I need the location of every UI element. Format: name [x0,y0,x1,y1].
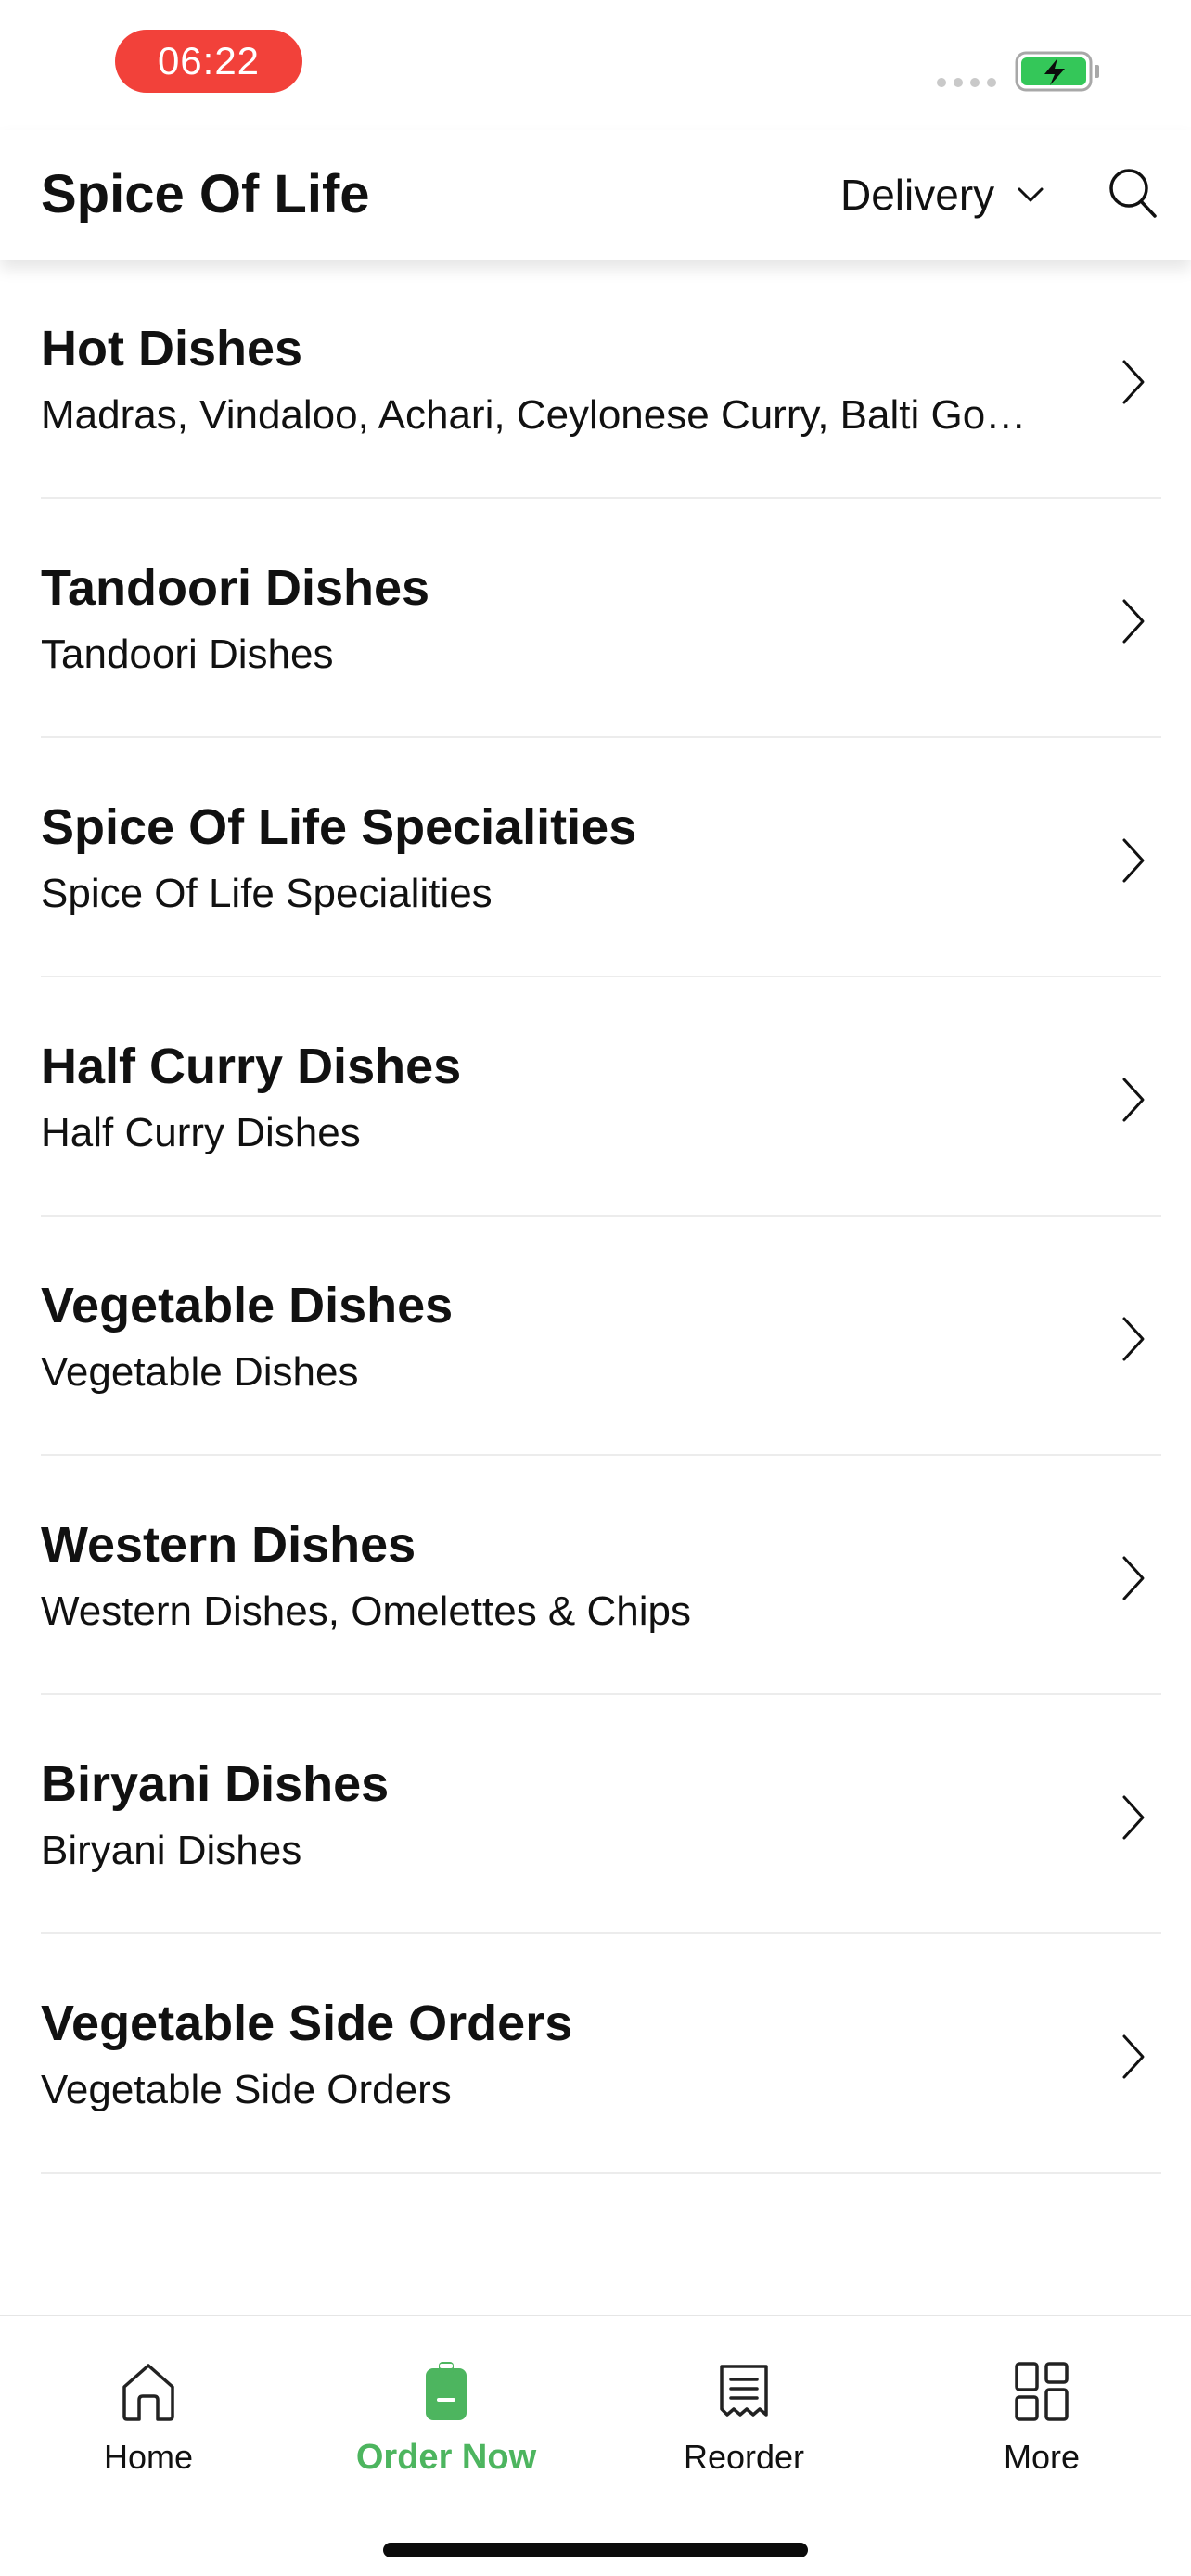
app-header: Spice Of Life Delivery [0,130,1191,260]
category-subtitle: Vegetable Dishes [41,1349,359,1395]
chevron-right-icon [1122,838,1145,883]
category-row[interactable]: Spice Of Life Specialities Spice Of Life… [0,738,1191,977]
signal-icon [937,78,998,87]
search-icon[interactable] [1108,167,1158,219]
delivery-mode-label: Delivery [840,171,995,219]
chevron-right-icon [1122,1795,1145,1840]
home-icon [122,2364,174,2421]
tab-more[interactable]: More [930,2359,1153,2498]
chevron-right-icon [1122,1078,1145,1122]
category-row[interactable]: Vegetable Side Orders Vegetable Side Ord… [0,1934,1191,2174]
chevron-right-icon [1122,599,1145,644]
category-subtitle: Tandoori Dishes [41,631,334,677]
battery-charging-icon [1015,51,1099,92]
tab-more-label: More [1003,2438,1081,2476]
category-title: Tandoori Dishes [41,560,430,616]
tab-reorder-label: Reorder [683,2438,805,2476]
category-row[interactable]: Western Dishes Western Dishes, Omelettes… [0,1456,1191,1695]
app-screen: 06:22 Spice Of Life Delivery Hot Dishes … [0,0,1191,2576]
category-row[interactable]: Half Curry Dishes Half Curry Dishes [0,977,1191,1217]
category-title: Vegetable Side Orders [41,1996,573,2051]
home-indicator[interactable] [383,2543,808,2557]
chevron-right-icon [1122,1317,1145,1361]
menu-category-list: Hot Dishes Madras, Vindaloo, Achari, Cey… [0,260,1191,2174]
category-title: Hot Dishes [41,321,303,376]
chevron-down-icon [1018,187,1044,202]
category-title: Spice Of Life Specialities [41,799,637,855]
category-title: Vegetable Dishes [41,1278,454,1333]
delivery-mode-dropdown[interactable]: Delivery [840,167,1044,223]
tab-order-now[interactable]: Order Now [335,2359,557,2498]
category-title: Western Dishes [41,1517,416,1573]
status-time: 06:22 [115,30,302,93]
tab-home[interactable]: Home [37,2359,260,2498]
category-row[interactable]: Hot Dishes Madras, Vindaloo, Achari, Cey… [0,260,1191,499]
page-title: Spice Of Life [41,164,370,224]
chevron-right-icon [1122,1556,1145,1600]
category-row[interactable]: Vegetable Dishes Vegetable Dishes [0,1217,1191,1456]
category-subtitle: Biryani Dishes [41,1828,302,1873]
category-subtitle: Half Curry Dishes [41,1110,361,1155]
tab-home-label: Home [103,2438,194,2476]
category-subtitle: Madras, Vindaloo, Achari, Ceylonese Curr… [41,392,1033,438]
chevron-right-icon [1122,360,1145,404]
category-subtitle: Western Dishes, Omelettes & Chips [41,1588,691,1634]
grid-icon [1015,2362,1069,2421]
category-row[interactable]: Biryani Dishes Biryani Dishes [0,1695,1191,1934]
tab-reorder[interactable]: Reorder [633,2359,855,2498]
category-title: Biryani Dishes [41,1756,390,1812]
receipt-icon [720,2365,768,2417]
category-title: Half Curry Dishes [41,1039,462,1094]
tab-order-now-label: Order Now [355,2438,537,2477]
status-bar: 06:22 [0,0,1191,130]
category-subtitle: Spice Of Life Specialities [41,871,493,916]
category-row[interactable]: Tandoori Dishes Tandoori Dishes [0,499,1191,738]
category-subtitle: Vegetable Side Orders [41,2067,452,2112]
bottom-tab-bar: Home Order Now Reorder More [0,2315,1191,2576]
order-bag-icon [426,2362,467,2420]
chevron-right-icon [1122,2034,1145,2079]
